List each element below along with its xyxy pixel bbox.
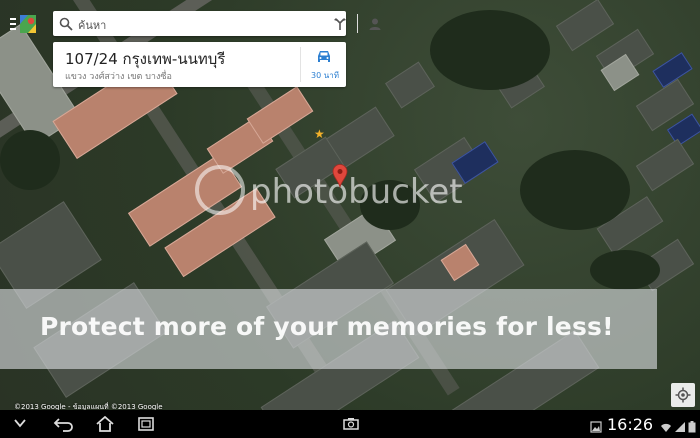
building — [635, 138, 695, 192]
building — [555, 0, 615, 52]
system-navigation-bar: 16:26 — [0, 410, 700, 438]
signal-icon — [674, 418, 686, 432]
home-icon[interactable] — [95, 415, 114, 432]
car-icon[interactable] — [315, 49, 333, 65]
card-divider — [300, 47, 301, 82]
tree-canopy — [430, 10, 550, 90]
building — [385, 61, 435, 109]
tree-canopy — [0, 130, 60, 190]
tablet-screen: photobucket Protect more of your memorie… — [0, 0, 700, 438]
tree-canopy — [590, 250, 660, 290]
tree-canopy — [520, 150, 630, 230]
star-icon[interactable]: ★ — [314, 127, 325, 141]
search-icon[interactable] — [59, 16, 73, 31]
place-title: 107/24 กรุงเทพ-นนทบุรี — [65, 50, 226, 68]
screenshot-icon[interactable] — [342, 416, 360, 432]
my-location-button[interactable] — [671, 383, 695, 407]
location-pin-icon[interactable] — [332, 164, 348, 189]
recent-apps-icon[interactable] — [137, 416, 155, 432]
place-card[interactable]: 107/24 กรุงเทพ-นนทบุรี แขวง วงศ์สว่าง เข… — [53, 42, 346, 87]
status-clock: 16:26 — [607, 415, 654, 434]
travel-time[interactable]: 30 นาที — [308, 69, 342, 82]
maps-app-icon[interactable] — [10, 12, 40, 36]
back-icon[interactable] — [53, 416, 73, 432]
place-address: แขวง วงศ์สว่าง เขต บางซื่อ — [65, 72, 172, 82]
wifi-icon — [660, 418, 672, 432]
keyboard-dismiss-icon[interactable] — [11, 416, 29, 432]
directions-icon[interactable] — [333, 16, 347, 30]
battery-icon — [688, 418, 696, 433]
search-bar[interactable]: ค้นหา — [53, 11, 381, 36]
gallery-icon — [590, 418, 602, 433]
watermark-banner-text: Protect more of your memories for less! — [40, 312, 614, 341]
watermark-logo-mark — [195, 165, 245, 215]
watermark-logo-text: photobucket — [250, 172, 463, 212]
my-location-icon — [675, 387, 691, 407]
search-divider — [357, 14, 358, 33]
search-input[interactable]: ค้นหา — [78, 16, 106, 34]
person-icon[interactable] — [368, 16, 382, 30]
